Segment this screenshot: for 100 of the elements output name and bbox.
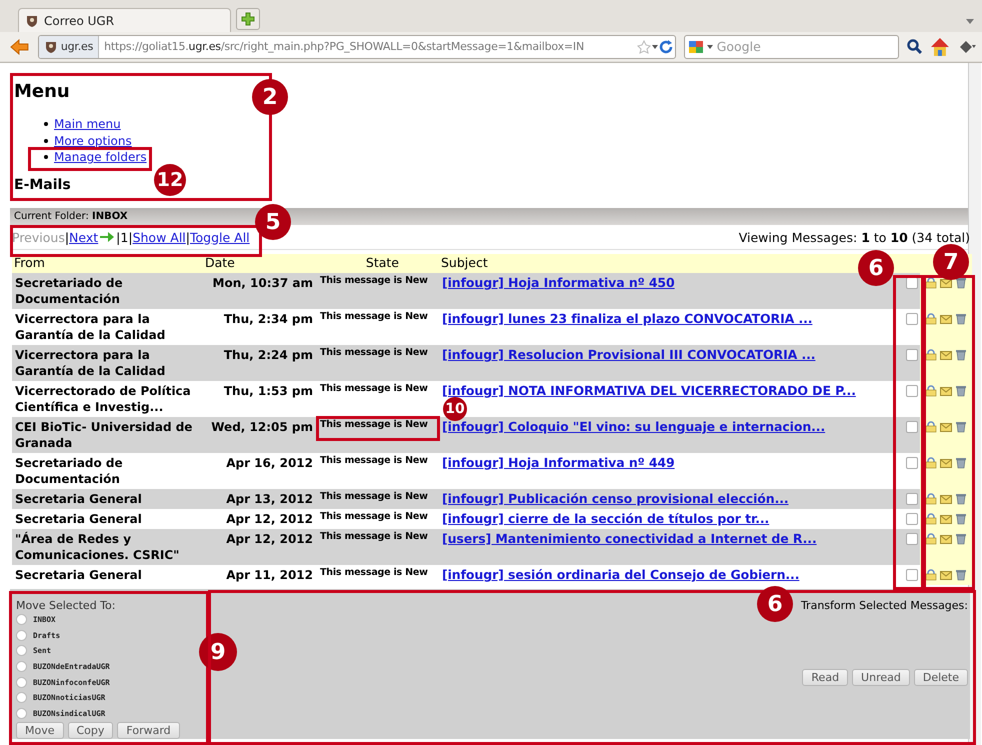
action-button[interactable]: Forward (117, 722, 180, 740)
envelope-icon[interactable] (940, 421, 952, 433)
checkbox[interactable] (906, 493, 918, 505)
lock-icon[interactable] (925, 513, 937, 525)
radio-button[interactable] (16, 630, 27, 641)
date-cell: Apr 13, 2012 (205, 489, 317, 509)
radio-button[interactable] (16, 692, 27, 704)
home-icon[interactable] (930, 36, 950, 56)
callout-number: 5 (255, 204, 291, 240)
menu-link[interactable]: Manage folders (54, 150, 147, 164)
star-icon[interactable] (636, 40, 651, 54)
radio-button[interactable] (16, 708, 27, 719)
checkbox[interactable] (906, 457, 918, 469)
address-field[interactable]: ugr.es https://goliat15.ugr.es/src/right_main.php?PG_SHOWALL=0&startMessage=1&mailbox=IN (38, 34, 676, 58)
search-box[interactable]: Google (684, 34, 900, 58)
date-cell: Mon, 10:37 am (205, 273, 317, 309)
menu-heading: Menu (14, 81, 70, 102)
subject-link[interactable]: [infougr] Hoja Informativa nº 449 (442, 455, 675, 470)
search-icon[interactable] (907, 39, 922, 54)
site-identity-button[interactable]: ugr.es (38, 36, 100, 58)
reload-icon[interactable] (658, 40, 675, 54)
sender-cell: Vicerrectora para la Garantía de la Calidad (12, 345, 205, 381)
trash-icon[interactable] (955, 493, 967, 505)
lock-icon[interactable] (925, 349, 937, 361)
envelope-icon[interactable] (940, 569, 952, 581)
trash-icon[interactable] (955, 513, 967, 525)
subject-link[interactable]: [infougr] Hoja Informativa nº 450 (442, 275, 675, 290)
dropdown-icon[interactable] (706, 44, 713, 50)
trash-icon[interactable] (955, 457, 967, 469)
lock-icon[interactable] (925, 457, 937, 469)
new-tab-button[interactable] (236, 8, 260, 30)
subject-link[interactable]: [infougr] sesión ordinaria del Consejo de Gobiern... (442, 567, 800, 582)
envelope-icon[interactable] (940, 513, 952, 525)
arrow-icon[interactable] (99, 231, 116, 243)
separator: | (64, 230, 70, 244)
trash-icon[interactable] (955, 569, 967, 581)
envelope-icon[interactable] (940, 349, 952, 361)
subject-link[interactable]: [users] Mantenimiento conectividad a Internet de R... (442, 531, 817, 546)
checkbox[interactable] (906, 313, 918, 325)
subject-link[interactable]: [infougr] cierre de la sección de títulos por tr... (442, 511, 770, 526)
radio-button[interactable] (16, 645, 27, 656)
lock-icon[interactable] (925, 313, 937, 325)
trash-icon[interactable] (955, 421, 967, 433)
subject-link[interactable]: [infougr] NOTA INFORMATIVA DEL VICERRECTORADO DE P... (442, 383, 856, 398)
action-button[interactable]: Unread (852, 669, 910, 686)
next-link[interactable]: Next (69, 230, 98, 244)
trash-icon[interactable] (955, 385, 967, 397)
back-icon[interactable] (10, 38, 30, 54)
action-button[interactable]: Delete (914, 669, 968, 686)
checkbox[interactable] (906, 421, 918, 433)
menu-link[interactable]: More options (54, 134, 132, 148)
subject-link[interactable]: [infougr] lunes 23 finaliza el plazo CONVOCATORIA ... (442, 311, 812, 326)
action-button[interactable]: Read (802, 669, 848, 686)
shield-icon (25, 14, 39, 28)
viewing-count: Viewing Messages: 1 to 10 (34 total) (738, 230, 970, 244)
separator: | (116, 230, 120, 244)
dropdown-icon[interactable] (966, 19, 974, 24)
checkbox[interactable] (906, 349, 918, 361)
menu-link[interactable]: Main menu (54, 117, 121, 132)
lock-icon[interactable] (925, 385, 937, 397)
envelope-icon[interactable] (940, 313, 952, 325)
radio-button[interactable] (16, 676, 27, 688)
trash-icon[interactable] (955, 277, 967, 289)
lock-icon[interactable] (925, 277, 937, 289)
radio-button[interactable] (16, 661, 27, 672)
bullet (44, 138, 48, 143)
action-button[interactable]: Move (16, 722, 64, 740)
state-cell: This message is New (317, 345, 439, 381)
checkbox[interactable] (906, 385, 918, 397)
action-button[interactable]: Copy (68, 722, 114, 740)
pagination-link[interactable]: Show All (132, 230, 186, 244)
lock-icon[interactable] (925, 569, 937, 581)
browser-tab[interactable]: Correo UGR (18, 8, 231, 32)
checkbox[interactable] (906, 513, 918, 525)
subject-link[interactable]: [infougr] Resolucion Provisional III CONVOCATORIA ... (442, 347, 816, 362)
state-cell: This message is New (317, 489, 439, 509)
subject-link[interactable]: [infougr] Coloquio "El vino: su lenguaje e internacion... (442, 419, 826, 434)
envelope-icon[interactable] (940, 385, 952, 397)
checkbox[interactable] (906, 533, 918, 545)
shield-icon (44, 40, 58, 54)
envelope-icon[interactable] (940, 457, 952, 469)
search-engine-icon[interactable] (688, 40, 703, 54)
envelope-icon[interactable] (940, 277, 952, 289)
separator: | (128, 230, 133, 244)
trash-icon[interactable] (955, 349, 967, 361)
checkbox[interactable] (906, 277, 918, 289)
pagination-link[interactable]: Toggle All (190, 230, 250, 244)
trash-icon[interactable] (955, 313, 967, 325)
callout-number: 12 (154, 164, 186, 196)
lock-icon[interactable] (925, 493, 937, 505)
envelope-icon[interactable] (940, 533, 952, 545)
lock-icon[interactable] (925, 533, 937, 545)
trash-icon[interactable] (955, 533, 967, 545)
lock-icon[interactable] (925, 421, 937, 433)
envelope-icon[interactable] (940, 493, 952, 505)
extension-icon[interactable] (958, 38, 976, 54)
radio-button[interactable] (16, 614, 27, 626)
search-field[interactable]: Google (716, 39, 867, 54)
checkbox[interactable] (906, 569, 918, 581)
subject-link[interactable]: [infougr] Publicación censo provisional elección... (442, 491, 789, 506)
